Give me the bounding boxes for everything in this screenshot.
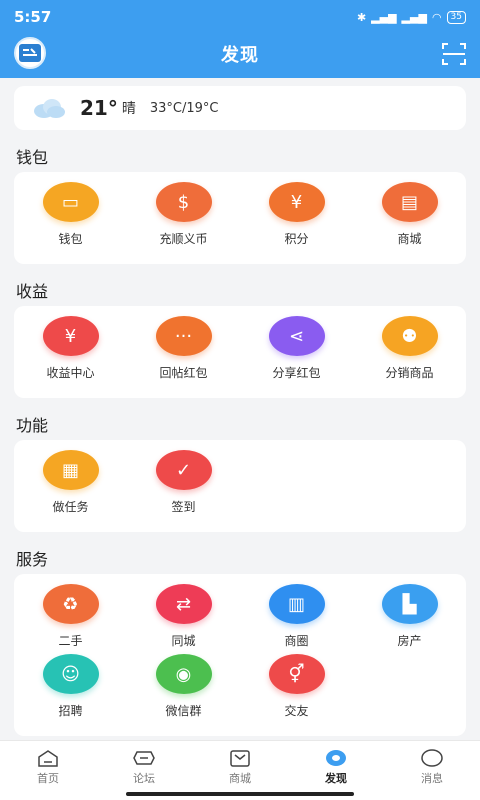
weather-temperature: 21° [80, 96, 118, 120]
grid-item-label: 房产 [397, 634, 422, 648]
tab-home[interactable]: 首页 [0, 741, 96, 800]
shopping-bag-icon: ▤ [381, 182, 438, 222]
section-title: 钱包 [16, 148, 49, 167]
sections: 钱包 ▭ 钱包 $ 充顺义币 ¥ 积分 ▤ 商城收益 ¥ 收益中心 ··· 回帖红包 ⋖ 分享红包 ⚉ 分销商品… [0, 130, 480, 736]
building-icon: ▙ [381, 584, 438, 624]
section-title: 功能 [16, 416, 49, 435]
grid-item[interactable]: ⇄ 同城 [127, 584, 240, 650]
weather-condition: 晴 [121, 101, 136, 117]
grid-item[interactable]: ◉ 微信群 [127, 654, 240, 720]
grid-item[interactable]: $ 充顺义币 [127, 182, 240, 248]
grid-item-label: 签到 [171, 500, 196, 514]
status-bar: 5:57 ✱ ▂▄▆ ▂▄▆ ◠ 35 [0, 0, 480, 34]
grid-item[interactable]: ✓ 签到 [127, 450, 240, 516]
bluetooth-icon: ✱ [356, 10, 367, 24]
recycle-basket-icon: ♻ [42, 584, 99, 624]
coins-icon: ¥ [268, 182, 325, 222]
grid-item[interactable]: ··· 回帖红包 [127, 316, 240, 382]
grid-item-label: 分享红包 [272, 366, 321, 380]
logo-mark-icon [19, 44, 41, 62]
gender-icon: ⚥ [268, 654, 325, 694]
app-logo[interactable] [14, 37, 46, 69]
mall-icon [230, 750, 250, 767]
home-icon [38, 750, 58, 767]
group-icon: ⚉ [381, 316, 438, 356]
tab-label: 论坛 [133, 772, 155, 785]
home-indicator [126, 792, 354, 796]
grid-item-label: 回帖红包 [159, 366, 208, 380]
scan-icon[interactable] [440, 40, 468, 68]
bottom-tab-bar: 首页 论坛 商城 发现 消息 [0, 740, 480, 800]
storefront-icon: ▥ [268, 584, 325, 624]
cloudy-weather-icon [34, 99, 65, 118]
tab-label: 消息 [421, 772, 443, 785]
tab-message[interactable]: 消息 [384, 741, 480, 800]
grid-item[interactable]: ¥ 积分 [240, 182, 353, 248]
status-icons: ✱ ▂▄▆ ▂▄▆ ◠ 35 [356, 10, 466, 24]
section-title: 收益 [16, 282, 49, 301]
grid-item[interactable]: ▥ 商圈 [240, 584, 353, 650]
section-card: ♻ 二手 ⇄ 同城 ▥ 商圈 ▙ 房产 ☺ 招聘 ◉ 微信群 ⚥ 交友 [14, 574, 466, 736]
grid-item[interactable]: ▙ 房产 [353, 584, 466, 650]
money-bag-icon: $ [155, 182, 212, 222]
wifi-icon: ◠ [431, 10, 442, 24]
grid-item-label: 微信群 [165, 704, 202, 718]
grid-item-label: 商圈 [284, 634, 309, 648]
recruit-person-icon: ☺ [42, 654, 99, 694]
grid-item[interactable]: ▤ 商城 [353, 182, 466, 248]
grid-item-label: 收益中心 [46, 366, 95, 380]
grid-item[interactable]: ▦ 做任务 [14, 450, 127, 516]
grid-item-label: 商城 [397, 232, 422, 246]
grid-item-label: 做任务 [52, 500, 89, 514]
page-title: 发现 [221, 45, 259, 66]
status-time: 5:57 [14, 8, 52, 26]
section-card: ▭ 钱包 $ 充顺义币 ¥ 积分 ▤ 商城 [14, 172, 466, 264]
share-icon: ⋖ [268, 316, 325, 356]
grid-item[interactable]: ♻ 二手 [14, 584, 127, 650]
clipboard-icon: ▦ [42, 450, 99, 490]
wallet-icon: ▭ [42, 182, 99, 222]
battery-icon: 35 [446, 10, 466, 24]
grid-item[interactable]: ▭ 钱包 [14, 182, 127, 248]
grid-item[interactable]: ☺ 招聘 [14, 654, 127, 720]
grid-item-label: 积分 [284, 232, 309, 246]
tab-label: 首页 [37, 772, 59, 785]
signal-icon: ▂▄▆ [371, 10, 397, 24]
grid-item[interactable]: ¥ 收益中心 [14, 316, 127, 382]
message-icon [421, 749, 443, 767]
discover-icon [326, 750, 346, 766]
signpost-icon: ⇄ [155, 584, 212, 624]
chat-bubble-icon: ··· [155, 316, 212, 356]
tab-label: 发现 [325, 772, 347, 785]
grid-item-label: 同城 [171, 634, 196, 648]
title-row: 发现 [0, 34, 480, 74]
discover-content: 21° 晴 33°C/19°C 钱包 ▭ 钱包 $ 充顺义币 ¥ 积分 ▤ 商城收益 ¥ 收益中心 ·… [0, 78, 480, 740]
signal-icon-2: ▂▄▆ [401, 10, 427, 24]
section-card: ▦ 做任务 ✓ 签到 [14, 440, 466, 532]
grid-item[interactable]: ⚉ 分销商品 [353, 316, 466, 382]
weather-card[interactable]: 21° 晴 33°C/19°C [14, 86, 466, 130]
grid-item[interactable]: ⚥ 交友 [240, 654, 353, 720]
grid-item-label: 二手 [58, 634, 83, 648]
tab-label: 商城 [229, 772, 251, 785]
weather-range: 33°C/19°C [149, 100, 219, 116]
app-header: 5:57 ✱ ▂▄▆ ▂▄▆ ◠ 35 发现 [0, 0, 480, 78]
section-card: ¥ 收益中心 ··· 回帖红包 ⋖ 分享红包 ⚉ 分销商品 [14, 306, 466, 398]
red-envelope-icon: ¥ [42, 316, 99, 356]
calendar-check-icon: ✓ [155, 450, 212, 490]
grid-item-label: 充顺义币 [159, 232, 208, 246]
grid-item-label: 分销商品 [385, 366, 434, 380]
grid-item-label: 交友 [284, 704, 309, 718]
grid-item-label: 招聘 [58, 704, 83, 718]
section-title: 服务 [16, 550, 49, 569]
grid-item[interactable]: ⋖ 分享红包 [240, 316, 353, 382]
forum-icon [133, 751, 155, 765]
wechat-icon: ◉ [155, 654, 212, 694]
grid-item-label: 钱包 [58, 232, 83, 246]
